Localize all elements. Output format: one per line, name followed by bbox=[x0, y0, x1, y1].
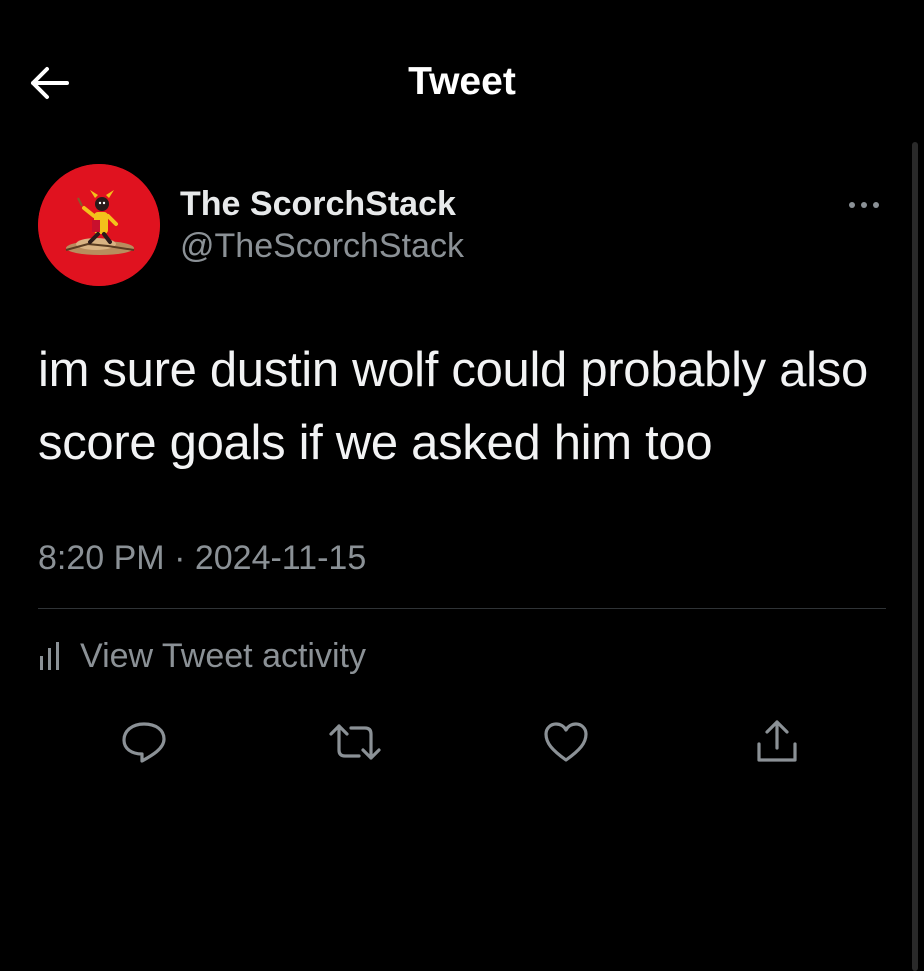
more-horizontal-icon bbox=[849, 202, 879, 208]
divider bbox=[38, 608, 886, 609]
reply-icon bbox=[122, 722, 166, 763]
author-handle[interactable]: @TheScorchStack bbox=[180, 226, 464, 266]
tweet-actions-bar bbox=[0, 712, 924, 772]
tweet-timestamp[interactable]: 8:20 PM · 2024-11-15 bbox=[38, 538, 366, 578]
retweet-button[interactable] bbox=[325, 712, 385, 772]
heart-icon bbox=[544, 722, 588, 762]
retweet-icon bbox=[329, 724, 381, 760]
top-bar: Tweet bbox=[0, 0, 924, 160]
avatar-image bbox=[38, 164, 160, 286]
tweet-text: im sure dustin wolf could probably also … bbox=[38, 343, 868, 470]
tweet-page: Tweet The ScorchStack @TheScorchStack im… bbox=[0, 0, 924, 971]
more-options-button[interactable] bbox=[844, 190, 884, 220]
like-button[interactable] bbox=[536, 712, 596, 772]
page-title: Tweet bbox=[408, 60, 516, 103]
avatar[interactable] bbox=[38, 164, 160, 286]
activity-label: View Tweet activity bbox=[80, 637, 366, 675]
view-tweet-activity-link[interactable]: View Tweet activity bbox=[38, 634, 366, 678]
scrollbar[interactable] bbox=[912, 142, 918, 971]
share-icon bbox=[757, 720, 797, 762]
tweet-author: The ScorchStack @TheScorchStack bbox=[38, 164, 888, 288]
reply-button[interactable] bbox=[114, 712, 174, 772]
bar-chart-icon bbox=[40, 642, 59, 670]
author-display-name[interactable]: The ScorchStack bbox=[180, 184, 456, 224]
share-button[interactable] bbox=[747, 712, 807, 772]
